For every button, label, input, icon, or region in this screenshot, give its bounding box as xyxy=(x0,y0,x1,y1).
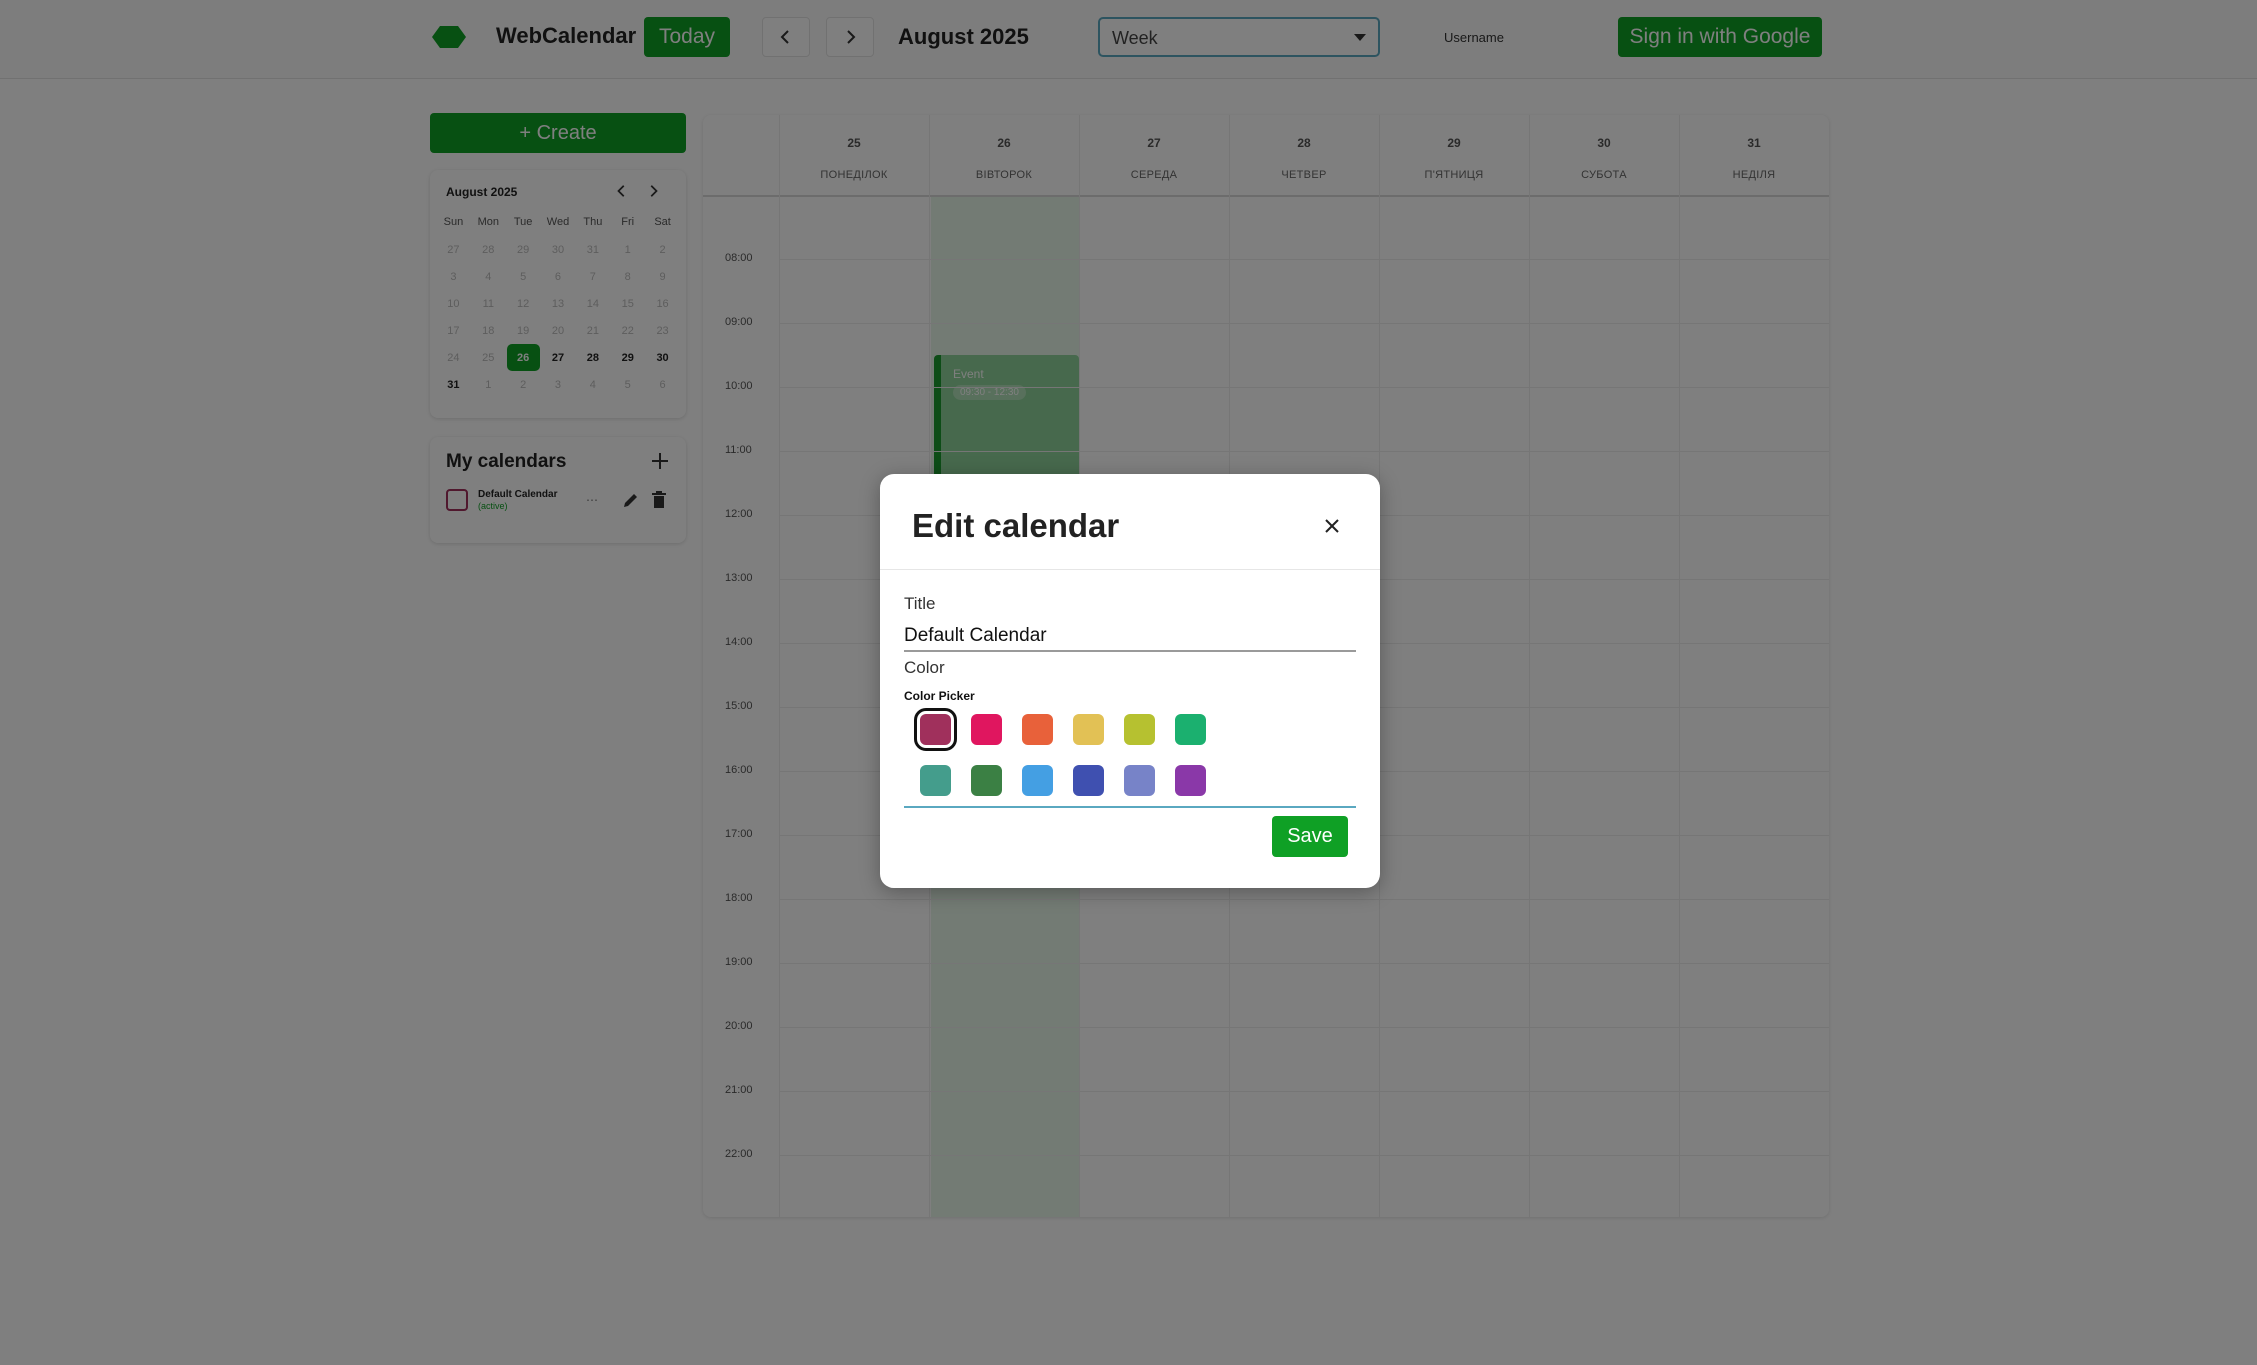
color-swatch[interactable] xyxy=(1124,714,1155,745)
color-swatch[interactable] xyxy=(1022,765,1053,796)
color-swatch[interactable] xyxy=(920,765,951,796)
close-button[interactable] xyxy=(1320,514,1344,538)
dialog-divider xyxy=(880,569,1380,570)
title-input[interactable] xyxy=(904,622,1356,652)
title-label: Title xyxy=(904,594,936,613)
color-swatch[interactable] xyxy=(971,765,1002,796)
color-swatch[interactable] xyxy=(971,714,1002,745)
edit-calendar-dialog: Edit calendar Title Color Color Picker S… xyxy=(880,474,1380,888)
color-swatch[interactable] xyxy=(1073,714,1104,745)
color-swatch[interactable] xyxy=(1175,765,1206,796)
color-swatch[interactable] xyxy=(1175,714,1206,745)
color-swatch[interactable] xyxy=(1022,714,1053,745)
save-button[interactable]: Save xyxy=(1272,816,1348,857)
dialog-title: Edit calendar xyxy=(912,507,1120,544)
color-swatch[interactable] xyxy=(914,708,957,751)
color-swatch[interactable] xyxy=(1073,765,1104,796)
color-label: Color xyxy=(904,658,945,677)
color-swatch[interactable] xyxy=(1124,765,1155,796)
close-icon xyxy=(1325,519,1339,533)
color-picker-underline xyxy=(904,806,1356,808)
color-picker-label: Color Picker xyxy=(904,689,975,703)
